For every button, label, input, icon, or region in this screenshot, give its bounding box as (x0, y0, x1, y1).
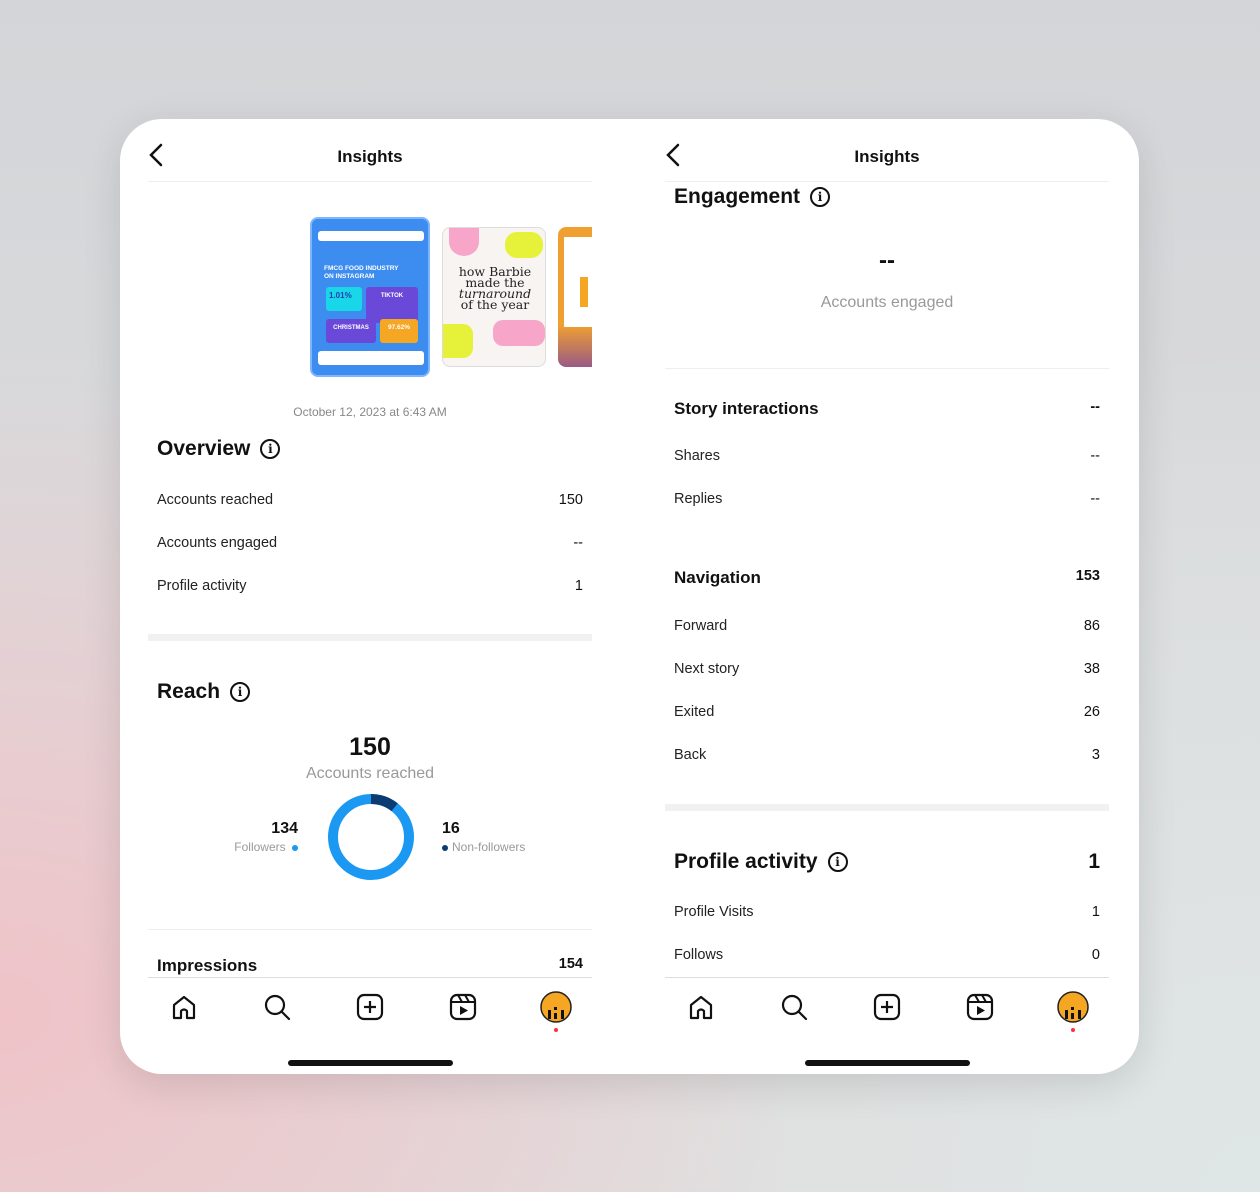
metric-value: 38 (1083, 661, 1100, 677)
notification-dot (553, 1028, 558, 1032)
page-title: Insights (337, 147, 403, 166)
reels-icon[interactable] (964, 991, 996, 1023)
create-icon[interactable] (354, 991, 386, 1023)
bottom-nav (138, 991, 602, 1032)
profile-activity-heading: Profile activity i (674, 850, 848, 874)
reach-heading: Reach i (157, 680, 251, 704)
home-indicator (288, 1060, 453, 1066)
metric-value: -- (1090, 448, 1100, 464)
divider (665, 977, 1109, 978)
metric-label: Profile Visits (674, 904, 754, 920)
story-interactions-heading: Story interactions (674, 399, 819, 418)
search-icon[interactable] (778, 991, 810, 1023)
metric-label: Shares (674, 448, 720, 464)
overview-heading: Overview i (157, 437, 281, 461)
overview-row-label: Profile activity (157, 578, 247, 594)
profile-avatar[interactable] (539, 991, 572, 1032)
overview-row-label: Accounts engaged (157, 535, 278, 551)
story-thumbnail[interactable]: how Barbie made the turnaround of the year (442, 227, 546, 367)
story-thumbnail[interactable]: FMCG FOOD INDUSTRY ON INSTAGRAM 1.01% TIK… (310, 217, 430, 377)
non-followers-dot (442, 844, 448, 851)
divider (148, 977, 592, 978)
create-icon[interactable] (871, 991, 903, 1023)
home-icon[interactable] (685, 991, 717, 1023)
engagement-value: -- (879, 247, 895, 274)
info-icon[interactable]: i (230, 682, 251, 702)
story-timestamp: October 12, 2023 at 6:43 AM (293, 405, 447, 419)
story-carousel[interactable]: FMCG FOOD INDUSTRY ON INSTAGRAM 1.01% TIK… (310, 217, 592, 377)
home-indicator (805, 1060, 970, 1066)
followers-value: 134 (271, 820, 298, 837)
divider (665, 181, 1109, 182)
notification-dot (1070, 1028, 1075, 1032)
metric-label: Exited (674, 704, 715, 720)
navigation-value: 153 (1075, 568, 1100, 584)
profile-activity-value: 1 (1088, 850, 1100, 873)
section-divider (665, 804, 1109, 811)
reels-icon[interactable] (447, 991, 479, 1023)
metric-value: 3 (1091, 747, 1100, 763)
engagement-label: Accounts engaged (820, 294, 954, 311)
profile-avatar[interactable] (1056, 991, 1089, 1032)
divider (665, 368, 1109, 369)
metric-label: Follows (674, 947, 724, 963)
metric-label: Replies (674, 491, 723, 507)
app-window: Insights FMCG FOOD INDUSTRY ON INSTAGRAM … (120, 119, 1139, 1074)
overview-row-value: -- (573, 535, 583, 551)
metric-value: 0 (1091, 947, 1100, 963)
story-thumbnail[interactable] (558, 227, 592, 367)
info-icon[interactable]: i (827, 852, 848, 872)
followers-segment (328, 794, 414, 880)
overview-row-value: 1 (574, 578, 583, 594)
page-title: Insights (854, 147, 920, 166)
metric-value: 26 (1083, 704, 1100, 720)
reach-donut-chart (328, 794, 414, 880)
non-followers-legend: Non-followers (442, 840, 525, 854)
impressions-label: Impressions (157, 956, 258, 975)
overview-row-value: 150 (558, 492, 583, 508)
divider (148, 181, 592, 182)
non-followers-value: 16 (442, 820, 460, 837)
metric-label: Back (674, 747, 707, 763)
metric-label: Next story (674, 661, 740, 677)
reach-total-label: Accounts reached (305, 765, 435, 782)
info-icon[interactable]: i (810, 187, 831, 207)
section-divider (148, 634, 592, 641)
story-interactions-value: -- (1090, 399, 1100, 415)
overview-row-label: Accounts reached (157, 492, 274, 508)
navigation-heading: Navigation (674, 568, 761, 587)
impressions-value: 154 (558, 956, 583, 972)
info-icon[interactable]: i (260, 439, 281, 459)
metric-label: Forward (674, 618, 728, 634)
metric-value: 1 (1091, 904, 1100, 920)
metric-value: -- (1090, 491, 1100, 507)
search-icon[interactable] (261, 991, 293, 1023)
followers-legend: Followers (200, 840, 298, 854)
engagement-heading: Engagement i (674, 185, 831, 209)
bottom-nav (655, 991, 1119, 1032)
followers-dot (292, 844, 298, 851)
metric-value: 86 (1083, 618, 1100, 634)
divider (148, 929, 592, 930)
home-icon[interactable] (168, 991, 200, 1023)
reach-total: 150 (349, 733, 391, 761)
